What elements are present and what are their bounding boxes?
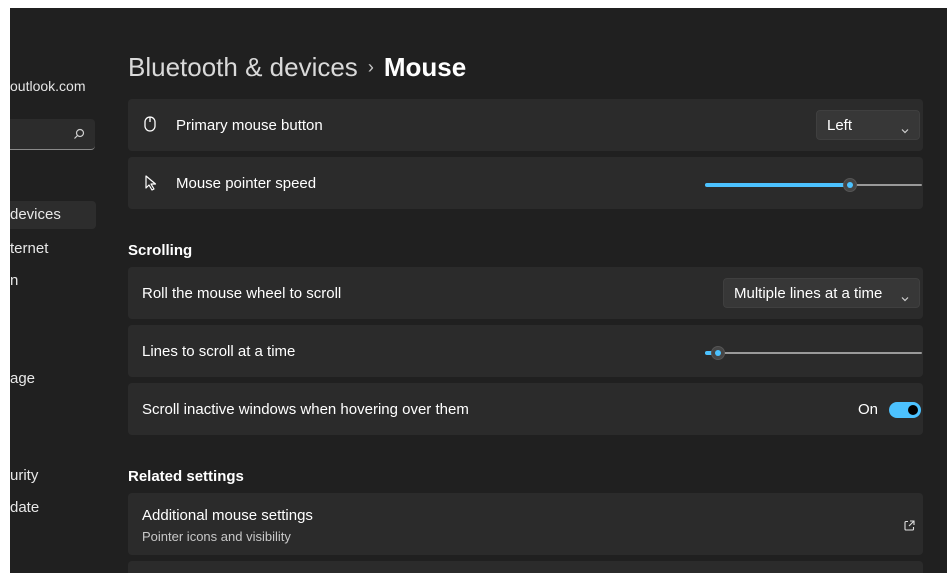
slider-thumb[interactable] (711, 346, 725, 360)
chevron-down-icon (901, 289, 909, 307)
account-email: outlook.com (10, 78, 86, 94)
additional-mouse-settings-sublabel: Pointer icons and visibility (142, 529, 291, 544)
roll-wheel-label: Roll the mouse wheel to scroll (142, 285, 342, 302)
sidebar-item-time-language[interactable]: age (10, 370, 35, 387)
lines-to-scroll-slider[interactable] (705, 343, 922, 363)
lines-to-scroll-label: Lines to scroll at a time (142, 343, 296, 360)
search-input[interactable] (10, 119, 95, 150)
slider-thumb[interactable] (843, 178, 857, 192)
primary-mouse-button-value: Left (827, 117, 853, 134)
breadcrumb: Bluetooth & devices › Mouse (128, 52, 466, 83)
scroll-inactive-label: Scroll inactive windows when hovering ov… (142, 401, 469, 418)
toggle-knob (908, 405, 918, 415)
primary-mouse-button-dropdown[interactable]: Left (816, 110, 920, 140)
sidebar-item-network-internet[interactable]: ternet (10, 240, 48, 257)
next-related-card (128, 561, 923, 573)
sidebar: outlook.com devices ternet n age urity d… (10, 8, 120, 573)
slider-track (705, 352, 922, 354)
mouse-icon (144, 116, 156, 137)
open-external-icon (904, 518, 915, 536)
primary-mouse-button-label: Primary mouse button (176, 117, 323, 134)
related-settings-title: Related settings (128, 468, 244, 485)
lines-to-scroll-card: Lines to scroll at a time (128, 325, 923, 377)
roll-wheel-dropdown[interactable]: Multiple lines at a time (723, 278, 920, 308)
scrolling-section-title: Scrolling (128, 242, 193, 259)
mouse-pointer-speed-label: Mouse pointer speed (176, 175, 317, 192)
pointer-icon (144, 175, 158, 196)
primary-mouse-button-card: Primary mouse button Left (128, 99, 923, 151)
breadcrumb-separator: › (367, 57, 374, 77)
mouse-pointer-speed-slider[interactable] (705, 175, 922, 195)
mouse-pointer-speed-card: Mouse pointer speed (128, 157, 923, 209)
scroll-inactive-state: On (858, 401, 879, 418)
chevron-down-icon (901, 121, 909, 139)
scroll-inactive-toggle[interactable] (889, 402, 921, 418)
main-content: Bluetooth & devices › Mouse Primary mouse … (128, 8, 923, 573)
search-icon (73, 127, 85, 145)
sidebar-item-windows-update[interactable]: date (10, 499, 39, 516)
roll-wheel-card: Roll the mouse wheel to scroll Multiple … (128, 267, 923, 319)
breadcrumb-parent[interactable]: Bluetooth & devices (128, 52, 358, 82)
slider-fill (705, 183, 850, 187)
additional-mouse-settings-label: Additional mouse settings (142, 507, 313, 524)
sidebar-item-bluetooth-devices[interactable]: devices (10, 201, 96, 229)
sidebar-item-privacy-security[interactable]: urity (10, 467, 38, 484)
scroll-inactive-card: Scroll inactive windows when hovering ov… (128, 383, 923, 435)
page-title: Mouse (383, 52, 467, 82)
additional-mouse-settings-link[interactable]: Additional mouse settings Pointer icons … (128, 493, 923, 555)
roll-wheel-value: Multiple lines at a time (734, 285, 883, 302)
sidebar-item-personalization[interactable]: n (10, 272, 18, 289)
settings-window: outlook.com devices ternet n age urity d… (10, 8, 947, 573)
